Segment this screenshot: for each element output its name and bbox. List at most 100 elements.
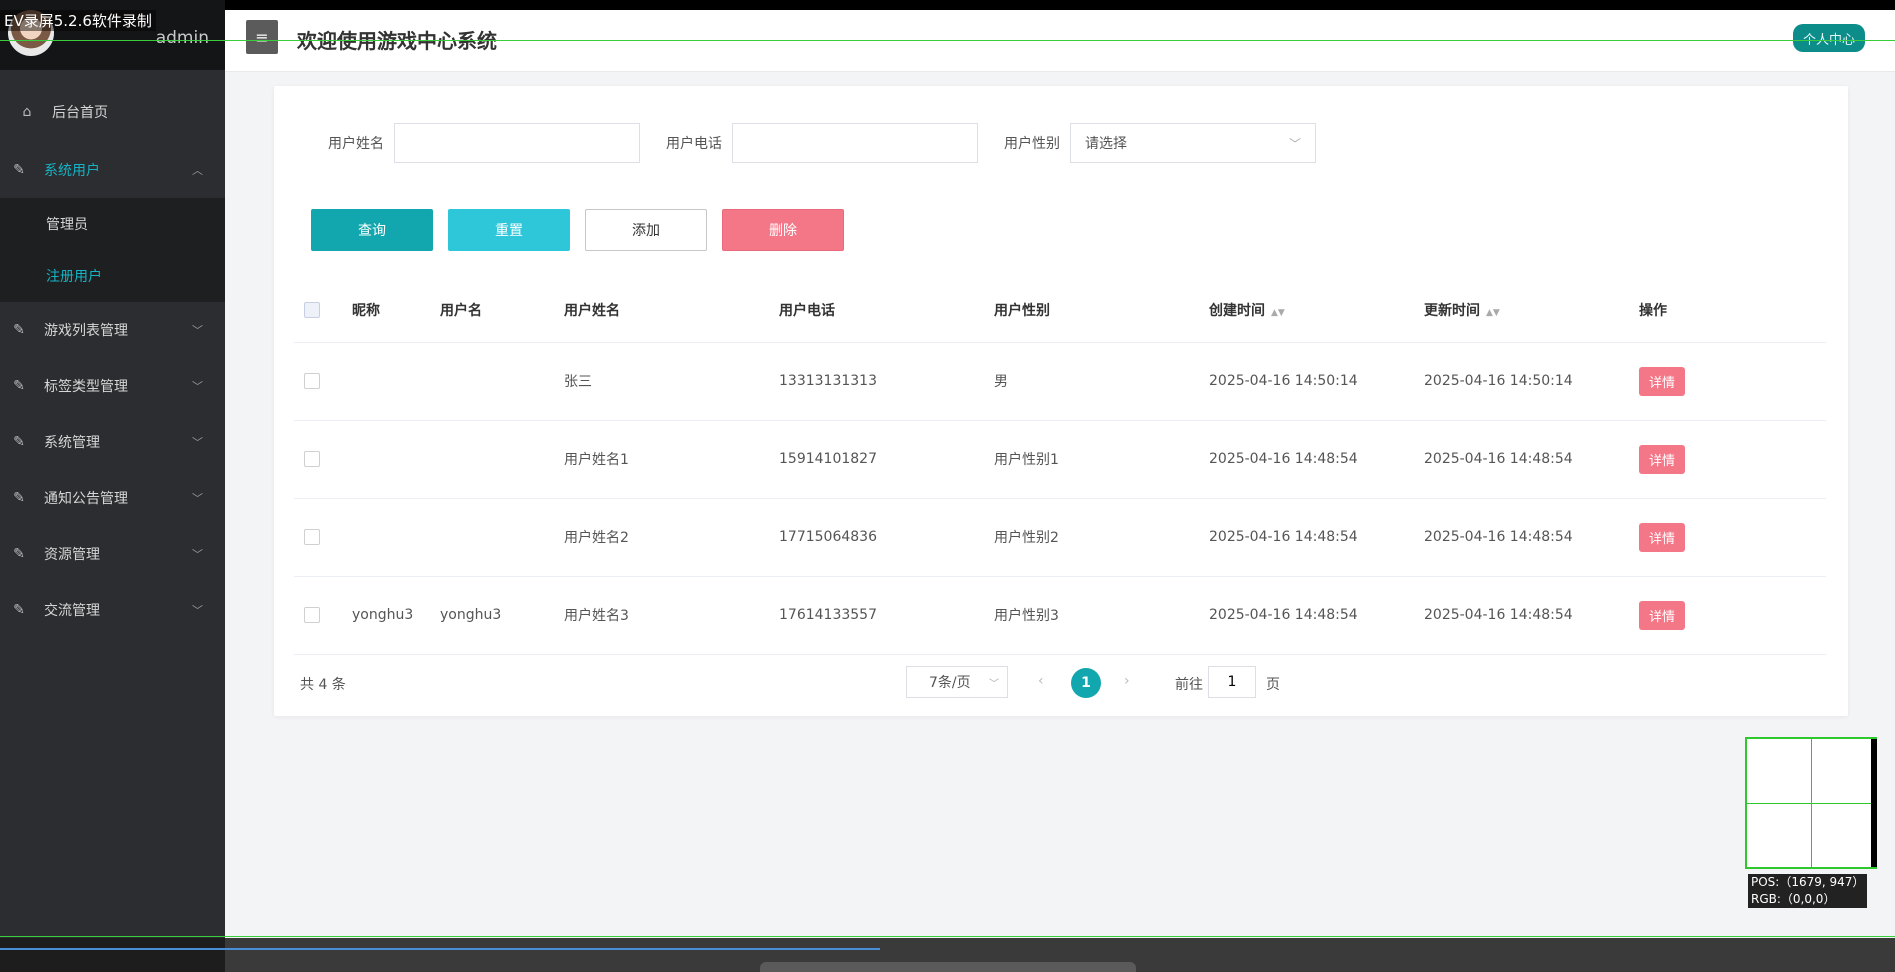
sidebar-item-label: 后台首页 [52, 105, 108, 121]
cell-nickname [352, 420, 440, 498]
filter-name-input[interactable] [394, 123, 640, 163]
goto-label: 前往 [1175, 677, 1203, 693]
goto-page-input[interactable] [1208, 666, 1256, 698]
sidebar-item-resources[interactable]: ✎ 资源管理 ﹀ [0, 526, 225, 582]
recorder-watermark: EV录屏5.2.6软件录制 [0, 10, 156, 31]
sidebar-item-administrators[interactable]: 管理员 [0, 198, 225, 250]
cell-realname: 用户姓名3 [564, 608, 629, 624]
cell-nickname [352, 498, 440, 576]
chevron-down-icon: ﹀ [192, 436, 203, 449]
detail-button[interactable]: 详情 [1639, 600, 1686, 630]
col-header-realname: 用户姓名 [564, 302, 620, 319]
cell-gender: 男 [994, 374, 1008, 390]
cell-created: 2025-04-16 14:48:54 [1209, 451, 1358, 467]
recorder-controls[interactable] [760, 962, 1136, 972]
col-header-gender: 用户性别 [994, 302, 1050, 319]
row-checkbox[interactable] [304, 529, 320, 545]
col-header-created-label: 创建时间 [1209, 302, 1265, 319]
chevron-down-icon: ﹀ [989, 678, 999, 690]
sidebar-item-label: 系统用户 [44, 163, 100, 179]
select-all-checkbox[interactable] [304, 301, 320, 318]
reset-button[interactable]: 重置 [448, 209, 570, 251]
fullscreen-icon[interactable]: ⛶ [1880, 10, 1893, 31]
recorder-magnifier-info: POS:（1679, 947） RGB:（0,0,0） [1748, 874, 1868, 908]
filter-name-label: 用户姓名 [328, 136, 384, 152]
prev-page-icon[interactable]: ‹ [1038, 673, 1044, 689]
sidebar: admin ⌂ 后台首页 ✎ 系统用户 ︿ 管理员 注册用户 ✎ 游戏列表管理 … [0, 0, 225, 938]
cell-realname: 用户姓名1 [564, 452, 629, 468]
recorder-progress [0, 948, 880, 950]
col-header-actions: 操作 [1639, 302, 1667, 319]
query-button[interactable]: 查询 [311, 209, 433, 251]
detail-button[interactable]: 详情 [1639, 366, 1686, 396]
table-row: yonghu3 yonghu3 用户姓名3 17614133557 用户性别3 … [294, 576, 1826, 654]
row-checkbox[interactable] [304, 451, 320, 467]
cell-username [440, 342, 564, 420]
sidebar-item-registered-users[interactable]: 注册用户 [0, 250, 225, 302]
sidebar-item-label: 标签类型管理 [44, 379, 128, 395]
row-checkbox[interactable] [304, 607, 320, 623]
cell-username [440, 498, 564, 576]
cell-gender: 用户性别2 [994, 530, 1059, 546]
page-size-value: 7条/页 [929, 675, 971, 691]
chevron-down-icon: ﹀ [1288, 136, 1301, 151]
chevron-down-icon: ﹀ [192, 380, 203, 393]
sidebar-item-home[interactable]: ⌂ 后台首页 [0, 82, 225, 142]
sort-icon[interactable]: ▲▼ [1486, 308, 1500, 318]
table-row: 用户姓名2 17715064836 用户性别2 2025-04-16 14:48… [294, 498, 1826, 576]
sidebar-item-system-management[interactable]: ✎ 系统管理 ﹀ [0, 414, 225, 470]
top-header: ≡ 欢迎使用游戏中心系统 个人中心 [225, 10, 1895, 72]
sort-icon[interactable]: ▲▼ [1271, 308, 1285, 318]
action-buttons: 查询 重置 添加 删除 [311, 209, 859, 251]
cell-created: 2025-04-16 14:50:14 [1209, 373, 1358, 389]
cell-username [440, 420, 564, 498]
col-header-created[interactable]: 创建时间 ▲▼ [1209, 278, 1424, 342]
row-checkbox[interactable] [304, 373, 320, 389]
cell-updated: 2025-04-16 14:48:54 [1424, 451, 1573, 467]
current-user-name: admin [155, 28, 209, 48]
sidebar-item-system-users[interactable]: ✎ 系统用户 ︿ [0, 142, 225, 198]
next-page-icon[interactable]: › [1124, 673, 1130, 689]
edit-icon: ✎ [13, 378, 25, 394]
edit-icon: ✎ [13, 434, 25, 450]
sidebar-item-game-list[interactable]: ✎ 游戏列表管理 ﹀ [0, 302, 225, 358]
menu-toggle-icon[interactable]: ≡ [246, 20, 278, 54]
cell-updated: 2025-04-16 14:48:54 [1424, 529, 1573, 545]
sidebar-item-label: 游戏列表管理 [44, 323, 128, 339]
add-button[interactable]: 添加 [585, 209, 707, 251]
page-size-select[interactable]: 7条/页 ﹀ [906, 666, 1008, 698]
sidebar-item-notices[interactable]: ✎ 通知公告管理 ﹀ [0, 470, 225, 526]
sidebar-item-label: 资源管理 [44, 547, 100, 563]
filter-phone-label: 用户电话 [666, 136, 722, 152]
home-icon: ⌂ [22, 104, 32, 120]
col-header-updated[interactable]: 更新时间 ▲▼ [1424, 278, 1639, 342]
sidebar-item-label: 交流管理 [44, 603, 100, 619]
sidebar-submenu-system-users: 管理员 注册用户 [0, 198, 225, 302]
filter-phone-input[interactable] [732, 123, 978, 163]
filter-gender-label: 用户性别 [1004, 136, 1060, 152]
cell-gender: 用户性别3 [994, 608, 1059, 624]
chevron-down-icon: ﹀ [192, 548, 203, 561]
delete-button[interactable]: 删除 [722, 209, 844, 251]
edit-icon: ✎ [13, 162, 25, 178]
cell-updated: 2025-04-16 14:48:54 [1424, 607, 1573, 623]
cell-updated: 2025-04-16 14:50:14 [1424, 373, 1573, 389]
cell-nickname [352, 342, 440, 420]
users-table: 昵称 用户名 用户姓名 用户电话 用户性别 创建时间 ▲▼ 更新时间 ▲▼ 操作 张… [294, 278, 1826, 655]
detail-button[interactable]: 详情 [1639, 444, 1686, 474]
sidebar-item-tag-types[interactable]: ✎ 标签类型管理 ﹀ [0, 358, 225, 414]
col-header-phone: 用户电话 [779, 302, 835, 319]
bottom-bar-left [0, 938, 225, 972]
page-number-current[interactable]: 1 [1071, 668, 1101, 698]
filter-gender-select[interactable]: 请选择 ﹀ [1070, 123, 1316, 163]
personal-center-button[interactable]: 个人中心 [1792, 24, 1865, 52]
magnifier-rgb: RGB:（0,0,0） [1751, 892, 1836, 906]
cell-nickname: yonghu3 [352, 607, 414, 623]
col-header-updated-label: 更新时间 [1424, 302, 1480, 319]
chevron-down-icon: ﹀ [192, 604, 203, 617]
goto-unit: 页 [1266, 677, 1280, 693]
sidebar-item-communication[interactable]: ✎ 交流管理 ﹀ [0, 582, 225, 638]
filter-gender-placeholder: 请选择 [1085, 136, 1127, 152]
detail-button[interactable]: 详情 [1639, 522, 1686, 552]
col-header-username: 用户名 [440, 302, 482, 319]
